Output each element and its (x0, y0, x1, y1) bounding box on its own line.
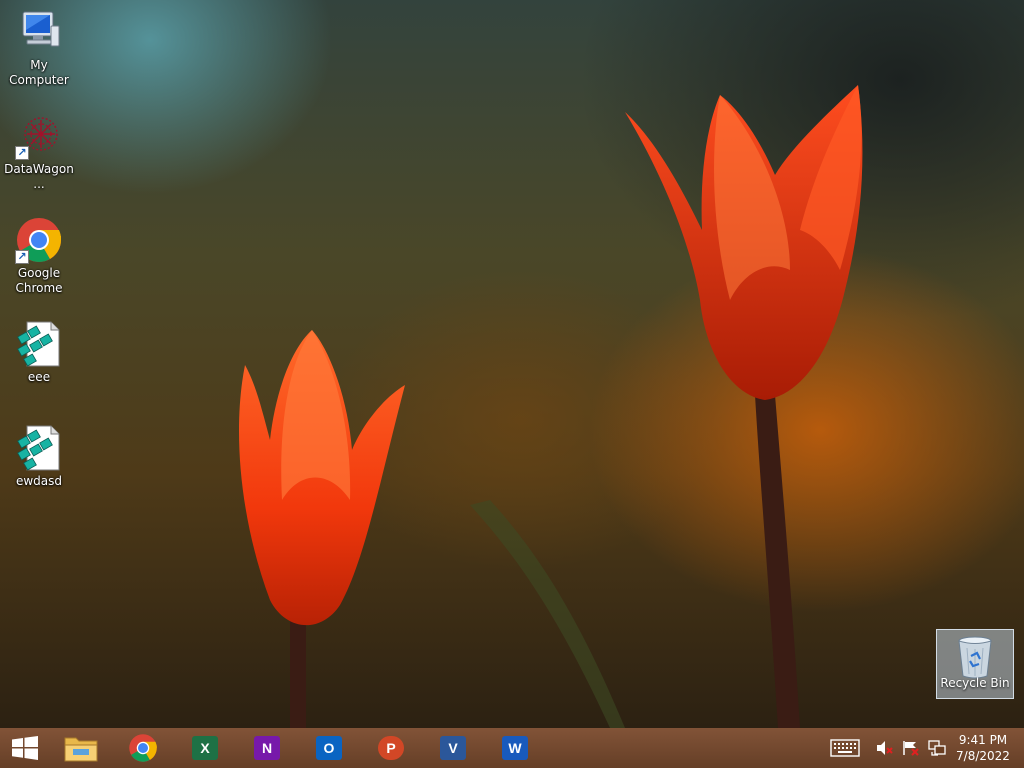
registry-file-icon (15, 320, 63, 368)
taskbar-onenote[interactable]: N (242, 728, 292, 768)
volume-muted-button[interactable] (876, 740, 894, 756)
keyboard-icon (830, 739, 860, 757)
word-icon: W (502, 736, 528, 760)
desktop-icon-label: DataWagon... (4, 162, 74, 191)
desktop-icon-label: Google Chrome (15, 266, 63, 295)
clock-time: 9:41 PM (958, 733, 1008, 747)
desktop-icon-label: ewdasd (15, 474, 63, 488)
desktop-icon-datawagon[interactable]: ↗ DataWagon... (1, 112, 77, 192)
system-tray: 9:41 PM 7/8/2022 (826, 728, 1024, 768)
taskbar-clock[interactable]: 9:41 PM 7/8/2022 (950, 732, 1016, 764)
desktop-icon-recycle-bin[interactable]: Recycle Bin (936, 629, 1014, 699)
registry-file-icon (15, 424, 63, 472)
powerpoint-letter: P (386, 740, 396, 756)
desktop-icon-label: Recycle Bin (940, 676, 1010, 690)
touch-keyboard-button[interactable] (830, 739, 860, 757)
taskbar-file-explorer[interactable] (56, 728, 106, 768)
folder-icon (64, 737, 98, 762)
desktop-icon-label: eee (27, 370, 51, 384)
flag-error-icon (903, 741, 919, 756)
tulip-wallpaper-art (238, 85, 863, 728)
visio-icon: V (440, 736, 466, 760)
taskbar: X N O P V W 9:41 PM 7/8/2022 (0, 728, 1024, 768)
excel-icon: X (192, 736, 218, 760)
taskbar-outlook[interactable]: O (304, 728, 354, 768)
onenote-letter: N (261, 740, 273, 756)
clock-date: 7/8/2022 (956, 749, 1010, 763)
onenote-icon: N (254, 736, 280, 760)
taskbar-powerpoint[interactable]: P (366, 728, 416, 768)
word-letter: W (508, 740, 522, 756)
shortcut-arrow-icon: ↗ (15, 250, 29, 264)
visio-letter: V (448, 740, 458, 756)
network-icon (928, 740, 946, 756)
desktop-icon-my-computer[interactable]: My Computer (1, 8, 77, 88)
outlook-icon: O (316, 736, 342, 760)
outlook-letter: O (323, 740, 335, 756)
excel-letter: X (200, 740, 210, 756)
taskbar-word[interactable]: W (490, 728, 540, 768)
recycle-bin-icon (955, 634, 995, 680)
taskbar-visio[interactable]: V (428, 728, 478, 768)
desktop-icon-eee[interactable]: eee (1, 320, 77, 385)
network-button[interactable] (928, 740, 946, 756)
computer-icon (15, 8, 63, 56)
start-button[interactable] (2, 728, 48, 768)
windows-logo-icon (12, 736, 38, 760)
datawagon-icon: ↗ (15, 112, 63, 160)
powerpoint-icon: P (378, 736, 404, 760)
shortcut-arrow-icon: ↗ (15, 146, 29, 160)
action-center-button[interactable] (902, 740, 920, 756)
desktop-icon-label: My Computer (9, 58, 69, 87)
taskbar-google-chrome[interactable] (118, 728, 168, 768)
desktop-icon-ewdasd[interactable]: ewdasd (1, 424, 77, 489)
chrome-icon (129, 734, 157, 762)
desktop-icon-google-chrome[interactable]: ↗ Google Chrome (1, 216, 77, 296)
desktop-wallpaper (0, 0, 1024, 728)
chrome-icon: ↗ (15, 216, 63, 264)
speaker-muted-icon (877, 741, 893, 755)
taskbar-excel[interactable]: X (180, 728, 230, 768)
